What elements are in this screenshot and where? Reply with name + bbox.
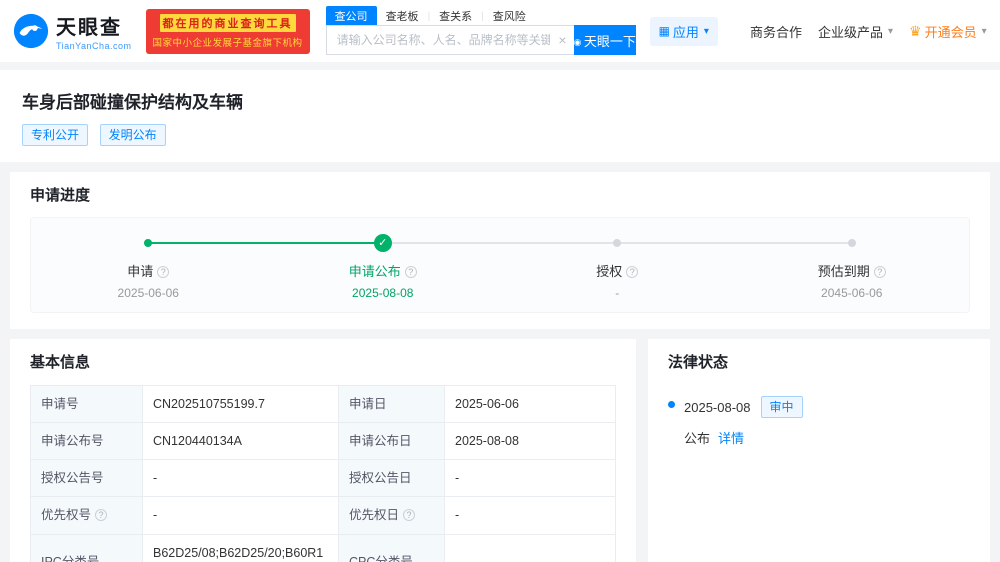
field-value: CN120440134A (142, 422, 339, 461)
bottom-row: 基本信息 申请号 CN202510755199.7 申请日 2025-06-06… (10, 339, 990, 562)
patent-title: 车身后部碰撞保护结构及车辆 (22, 93, 243, 112)
basic-info-table: 申请号 CN202510755199.7 申请日 2025-06-06 申请公布… (30, 384, 616, 562)
table-row: 申请号 CN202510755199.7 申请日 2025-06-06 (30, 384, 616, 424)
search-box (325, 25, 574, 55)
timeline-step-expiry: 预估到期 2045-06-06 (735, 261, 970, 300)
step-date: - (615, 286, 620, 300)
search-bar: 天眼一下 (325, 25, 636, 55)
field-value: - (444, 533, 616, 562)
brand-name: 天眼查 (56, 17, 122, 39)
promo-line2: 国家中小企业发展子基金旗下机构 (152, 37, 303, 49)
search-input[interactable] (326, 26, 574, 54)
field-label: 授权公告号 (30, 459, 143, 498)
header-right-menu: 应用 商务合作 企业级产品 开通会员 超级风 (649, 16, 988, 46)
apps-menu[interactable]: 应用 (649, 16, 718, 46)
brand-domain: TianYanCha.com (56, 41, 132, 51)
step-date: 2025-08-08 (352, 286, 414, 300)
field-label: 申请号 (30, 384, 143, 424)
timeline-line-done (148, 242, 383, 244)
tab-search-company[interactable]: 查公司 (325, 6, 377, 26)
timeline-step-granted: 授权 - (500, 261, 735, 300)
step-label: 申请 (127, 264, 154, 279)
timeline-step-published: 申请公布 2025-08-08 (266, 261, 501, 300)
step-label: 授权 (596, 264, 623, 279)
timeline-bullet-icon (668, 401, 675, 408)
business-cooperation-link[interactable]: 商务合作 (750, 22, 802, 41)
promo-banner[interactable]: 都在用的商业查询工具 国家中小企业发展子基金旗下机构 (145, 8, 310, 54)
step-dot-expiry (847, 239, 856, 247)
field-value: 2025-06-06 (444, 384, 616, 424)
patent-tag-public: 专利公开 (22, 124, 89, 146)
tianyancha-eye-icon (13, 13, 49, 49)
step-dot-granted (613, 239, 622, 247)
field-label: IPC分类号 (30, 533, 143, 562)
legal-status-detail-link[interactable]: 详情 (718, 431, 744, 446)
field-label: 申请日 (338, 384, 445, 424)
table-row: 授权公告号 - 授权公告日 - (30, 459, 616, 498)
tab-search-risk[interactable]: 查风险 (484, 6, 535, 26)
legal-status-date: 2025-08-08 (684, 399, 751, 415)
field-value: - (142, 459, 339, 498)
field-value: B62D25/08;B62D25/20;B60R16/02;B60L3/00 (142, 533, 339, 562)
field-value: CN202510755199.7 (142, 384, 339, 424)
top-header: 天眼查 TianYanCha.com 都在用的商业查询工具 国家中小企业发展子基… (0, 0, 1000, 62)
patent-title-section: 车身后部碰撞保护结构及车辆 专利公开 发明公布 (0, 70, 1000, 162)
legal-status-title: 法律状态 (668, 354, 729, 371)
logo-text: 天眼查 TianYanCha.com (56, 11, 132, 51)
field-label: CPC分类号 (338, 533, 445, 562)
search-scope-tabs: 查公司 查老板 | 查关系 | 查风险 (325, 6, 636, 26)
patent-tag-invention: 发明公布 (99, 124, 166, 146)
tianyancha-logo[interactable]: 天眼查 TianYanCha.com (12, 11, 132, 51)
step-label: 申请公布 (348, 264, 401, 279)
help-icon[interactable] (403, 509, 416, 522)
field-value: - (444, 496, 616, 535)
help-icon[interactable] (95, 509, 108, 522)
step-label: 预估到期 (817, 264, 870, 279)
tab-search-boss[interactable]: 查老板 (377, 6, 428, 26)
step-check-icon (373, 234, 392, 252)
legal-status-action: 公布 (684, 431, 711, 446)
help-icon[interactable] (404, 266, 417, 278)
application-progress-card: 申请进度 申请 2025-06-06 申请公布 (10, 172, 990, 329)
patent-tags: 专利公开 发明公布 (22, 124, 978, 146)
field-value: - (142, 496, 339, 535)
step-date: 2045-06-06 (821, 286, 883, 300)
application-timeline: 申请 2025-06-06 申请公布 2025-08-08 授权 - 预估到期 (30, 217, 970, 313)
clear-search-icon[interactable] (558, 32, 566, 48)
basic-info-card: 基本信息 申请号 CN202510755199.7 申请日 2025-06-06… (10, 339, 636, 562)
table-row: IPC分类号 B62D25/08;B62D25/20;B60R16/02;B60… (30, 533, 616, 562)
search-button[interactable]: 天眼一下 (573, 25, 636, 55)
progress-section-title: 申请进度 (30, 187, 91, 204)
field-value: - (444, 459, 616, 498)
open-vip-menu[interactable]: 开通会员 (909, 22, 987, 41)
timeline-step-apply: 申请 2025-06-06 (31, 261, 266, 300)
field-label: 申请公布日 (338, 422, 445, 461)
step-date: 2025-06-06 (117, 286, 179, 300)
legal-status-state-badge: 审中 (760, 396, 803, 418)
tab-search-relation[interactable]: 查关系 (430, 6, 481, 26)
field-label: 授权公告日 (338, 459, 445, 498)
table-row: 优先权号 - 优先权日 - (30, 496, 616, 535)
legal-status-card: 法律状态 2025-08-08 审中 公布 详情 (648, 339, 990, 562)
field-label: 优先权日 (338, 496, 445, 535)
promo-line1: 都在用的商业查询工具 (159, 13, 296, 32)
enterprise-products-menu[interactable]: 企业级产品 (818, 22, 893, 41)
field-label: 优先权号 (30, 496, 143, 535)
help-icon[interactable] (157, 266, 170, 278)
step-dot-applied (144, 239, 153, 247)
table-row: 申请公布号 CN120440134A 申请公布日 2025-08-08 (30, 422, 616, 461)
help-icon[interactable] (626, 266, 639, 278)
search-area: 查公司 查老板 | 查关系 | 查风险 天眼一下 (325, 6, 636, 55)
timeline-track (31, 234, 969, 252)
field-value: 2025-08-08 (444, 422, 616, 461)
legal-status-desc: 公布 详情 (684, 428, 970, 447)
field-label: 申请公布号 (30, 422, 143, 461)
legal-status-item: 2025-08-08 审中 公布 详情 (668, 396, 970, 447)
basic-info-title: 基本信息 (30, 354, 91, 371)
help-icon[interactable] (873, 266, 886, 278)
